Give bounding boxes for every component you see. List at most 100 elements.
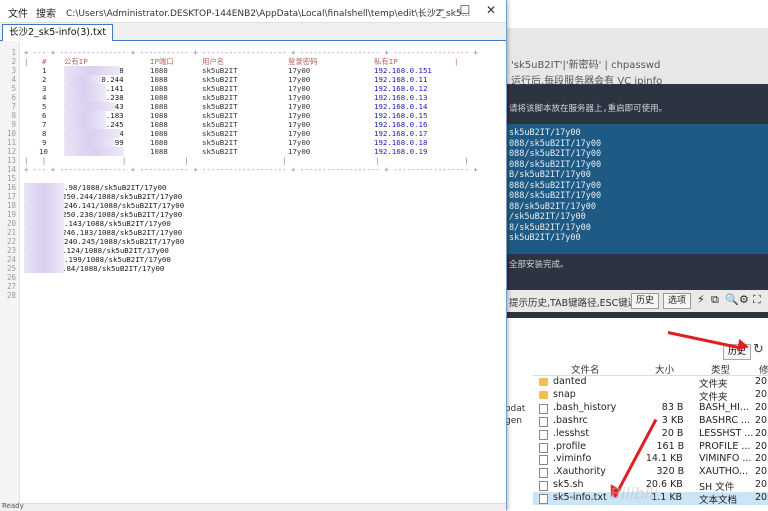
file-type: XAUTHO...: [699, 466, 749, 478]
cell-port: 1088: [150, 120, 168, 129]
history-button[interactable]: 历史: [631, 293, 660, 309]
file-date: 202: [755, 479, 768, 491]
terminal-command-bar[interactable]: 提示历史,TAB键路径,ESC键返回 历史 选项 ⚡ ⧉ 🔍 ⚙ ⛶: [505, 290, 768, 312]
col-type[interactable]: 类型: [711, 362, 730, 376]
list-line: 250.238/1088/sk5uB2IT/17y00: [62, 210, 183, 219]
file-icon: [539, 429, 548, 440]
list-line: 250.244/1088/sk5uB2IT/17y00: [62, 192, 183, 201]
cell-pass: 17y00: [288, 138, 311, 147]
expand-icon[interactable]: ⛶: [753, 293, 761, 307]
header-cell: 私有IP: [374, 57, 398, 66]
file-row[interactable]: danted 文件夹 202: [533, 376, 768, 390]
list-line: .98/1088/sk5uB2IT/17y00: [64, 183, 167, 192]
text-editor-window[interactable]: 文件 搜索 C:\Users\Administrator.DESKTOP-144…: [0, 0, 507, 511]
redacted-ip-prefix: [64, 129, 120, 138]
truncated-text: odat gen: [505, 404, 526, 426]
terminal-line: 'sk5uB2IT'|'新密码' | chpasswd: [511, 60, 661, 71]
list-line: .199/1088/sk5uB2IT/17y00: [64, 255, 171, 264]
command-hint: 提示历史,TAB键路径,ESC键返回: [509, 298, 647, 309]
file-icon: [539, 442, 548, 453]
gear-icon[interactable]: ⚙: [739, 293, 749, 306]
search-icon[interactable]: 🔍: [725, 293, 739, 306]
terminal-line: B/sk5uB2IT/17y00: [509, 170, 591, 180]
file-name: sk5-info.txt: [553, 492, 607, 504]
file-name: .bash_history: [553, 401, 617, 413]
redacted-ip-prefix: [24, 255, 64, 264]
file-date: 201: [755, 440, 768, 452]
lightning-icon[interactable]: ⚡: [697, 293, 705, 306]
file-row[interactable]: .bash_history 83 B BASH_HI... 202: [533, 402, 768, 415]
cell-private: 192.168.0.16: [374, 120, 428, 129]
menu-search[interactable]: 搜索: [36, 5, 56, 20]
cell-n: 3: [42, 84, 47, 93]
redacted-ip-prefix: [24, 210, 64, 219]
terminal-panel[interactable]: 'sk5uB2IT'|'新密码' | chpasswd 运行后,每段服务器会有 …: [505, 28, 768, 318]
file-name: .lesshst: [553, 427, 590, 439]
cell-user: sk5uB2IT: [202, 75, 238, 84]
maximize-icon[interactable]: ☐: [455, 2, 475, 18]
redacted-ip-prefix: [64, 147, 124, 156]
list-line: .124/1088/sk5uB2IT/17y00: [62, 246, 169, 255]
header-cell: |: [454, 57, 459, 66]
cell-user: sk5uB2IT: [202, 93, 238, 102]
cell-pass: 17y00: [288, 93, 311, 102]
redacted-ip-prefix: [64, 102, 115, 111]
terminal-line: /sk5uB2IT/17y00: [509, 212, 586, 222]
terminal-line: 88/sk5uB2IT/17y00: [509, 201, 596, 212]
file-row[interactable]: .Xauthority 320 B XAUTHO... 202: [533, 466, 768, 479]
cell-port: 1088: [150, 93, 168, 102]
cell-pass: 17y00: [288, 147, 311, 156]
cell-user: sk5uB2IT: [202, 102, 238, 111]
file-row[interactable]: .profile 161 B PROFILE ... 201: [533, 441, 768, 454]
tab-file[interactable]: 长沙2_sk5-info(3).txt: [2, 24, 114, 41]
header-cell: 登录密码: [288, 57, 318, 66]
file-type: 文件夹: [699, 391, 728, 403]
refresh-icon[interactable]: ↻: [753, 342, 764, 357]
file-date: 202: [755, 466, 768, 478]
file-path: C:\Users\Administrator.DESKTOP-144ENB2\A…: [66, 9, 471, 19]
list-line: 246.141/1088/sk5uB2IT/17y00: [64, 201, 185, 210]
file-name: danted: [553, 376, 587, 387]
file-name: .bashrc: [553, 414, 588, 426]
cell-n: 5: [42, 102, 47, 111]
copy-icon[interactable]: ⧉: [711, 293, 719, 307]
minimize-icon[interactable]: ─: [430, 2, 450, 18]
file-row[interactable]: .viminfo 14.1 KB VIMINFO ...202: [533, 453, 768, 466]
title-bar[interactable]: 文件 搜索 C:\Users\Administrator.DESKTOP-144…: [0, 0, 506, 23]
cell-user: sk5uB2IT: [202, 138, 238, 147]
redacted-ip-prefix: [24, 201, 64, 210]
cell-n: 6: [42, 111, 47, 120]
file-size: 20 B: [661, 427, 684, 439]
header-cell: IP端口: [150, 57, 174, 66]
redacted-ip-prefix: [24, 192, 64, 201]
col-date[interactable]: 修: [759, 362, 768, 376]
cell-n: 10: [39, 147, 48, 156]
cell-n: 8: [42, 129, 47, 138]
editor-text-area[interactable]: + --- + --------------- + ----------- + …: [0, 41, 506, 503]
header-cell: #: [42, 57, 47, 66]
cell-port: 1088: [150, 75, 168, 84]
file-table-header: 文件名 大小 类型 修: [533, 361, 768, 376]
cell-user: sk5uB2IT: [202, 84, 238, 93]
file-type: BASH_HI...: [699, 401, 749, 413]
cell-private: 192.168.0.12: [374, 84, 428, 93]
cell-n: 2: [42, 75, 47, 84]
redacted-ip-prefix: [64, 75, 102, 84]
redacted-ip-prefix: [24, 264, 64, 273]
file-size: 83 B: [661, 401, 684, 413]
cell-user: sk5uB2IT: [202, 111, 238, 120]
list-line: 246.183/1088/sk5uB2IT/17y00: [62, 228, 183, 237]
close-icon[interactable]: ✕: [481, 2, 501, 18]
terminal-line: 088/sk5uB2IT/17y00: [509, 159, 602, 170]
file-date: 202: [755, 427, 768, 439]
code-line: + --- + --------------- + ----------- + …: [24, 165, 478, 174]
col-size[interactable]: 大小: [655, 362, 674, 376]
menu-file[interactable]: 文件: [8, 5, 28, 20]
redacted-ip-prefix: [64, 111, 106, 120]
redacted-ip-prefix: [64, 120, 106, 129]
col-name[interactable]: 文件名: [571, 362, 600, 376]
file-row[interactable]: snap 文件夹 202: [533, 388, 768, 403]
file-name: snap: [553, 388, 576, 400]
file-type: 文本文档: [699, 495, 738, 507]
options-button[interactable]: 选项: [663, 293, 692, 309]
